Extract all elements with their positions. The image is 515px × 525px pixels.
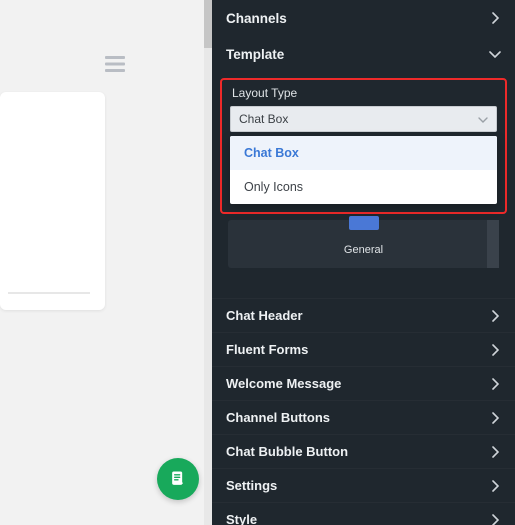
preview-line	[8, 292, 90, 294]
note-icon	[168, 469, 188, 489]
settings-panel: Channels Template Layout Type Chat Box	[212, 0, 515, 525]
preview-card	[0, 92, 105, 310]
chevron-down-icon	[478, 112, 488, 126]
section-label: Settings	[226, 478, 277, 493]
section-template[interactable]: Template	[212, 36, 515, 72]
template-thumb	[349, 216, 379, 230]
template-body: Layout Type Chat Box Chat Box Only Icons	[212, 72, 515, 280]
section-label: Channels	[226, 11, 287, 26]
select-value: Chat Box	[239, 112, 288, 126]
section-welcome-message[interactable]: Welcome Message	[212, 366, 515, 400]
chevron-right-icon	[489, 12, 501, 24]
section-label: Chat Bubble Button	[226, 444, 348, 459]
scrollbar-thumb[interactable]	[204, 0, 212, 48]
option-chat-box[interactable]: Chat Box	[230, 136, 497, 170]
layout-type-label: Layout Type	[232, 86, 497, 100]
hamburger-icon[interactable]	[105, 52, 125, 78]
section-label: Welcome Message	[226, 376, 341, 391]
left-scrollbar[interactable]	[204, 0, 212, 525]
template-name: General	[236, 244, 491, 256]
chevron-right-icon	[489, 378, 501, 390]
layout-type-select[interactable]: Chat Box Chat Box Only Icons	[230, 106, 497, 132]
section-chat-header[interactable]: Chat Header	[212, 298, 515, 332]
section-settings[interactable]: Settings	[212, 468, 515, 502]
sections-list: Chat Header Fluent Forms Welcome Message…	[212, 298, 515, 525]
section-label: Fluent Forms	[226, 342, 308, 357]
section-chat-bubble-button[interactable]: Chat Bubble Button	[212, 434, 515, 468]
chat-fab-button[interactable]	[157, 458, 199, 500]
section-channels[interactable]: Channels	[212, 0, 515, 36]
section-label: Chat Header	[226, 308, 303, 323]
chevron-down-icon	[489, 48, 501, 60]
preview-pane	[0, 0, 212, 525]
option-only-icons[interactable]: Only Icons	[230, 170, 497, 204]
layout-type-dropdown: Chat Box Only Icons	[230, 136, 497, 204]
section-channel-buttons[interactable]: Channel Buttons	[212, 400, 515, 434]
section-label: Template	[226, 47, 284, 62]
chevron-right-icon	[489, 344, 501, 356]
chevron-right-icon	[489, 446, 501, 458]
chevron-right-icon	[489, 412, 501, 424]
section-style[interactable]: Style	[212, 502, 515, 525]
select-box[interactable]: Chat Box	[230, 106, 497, 132]
section-label: Style	[226, 512, 257, 525]
chevron-right-icon	[489, 310, 501, 322]
template-preview-box: General	[228, 220, 499, 268]
section-label: Channel Buttons	[226, 410, 330, 425]
highlight-box: Layout Type Chat Box Chat Box Only Icons	[220, 78, 507, 214]
chevron-right-icon	[489, 480, 501, 492]
resize-handle[interactable]	[487, 220, 499, 268]
chevron-right-icon	[489, 514, 501, 525]
section-fluent-forms[interactable]: Fluent Forms	[212, 332, 515, 366]
